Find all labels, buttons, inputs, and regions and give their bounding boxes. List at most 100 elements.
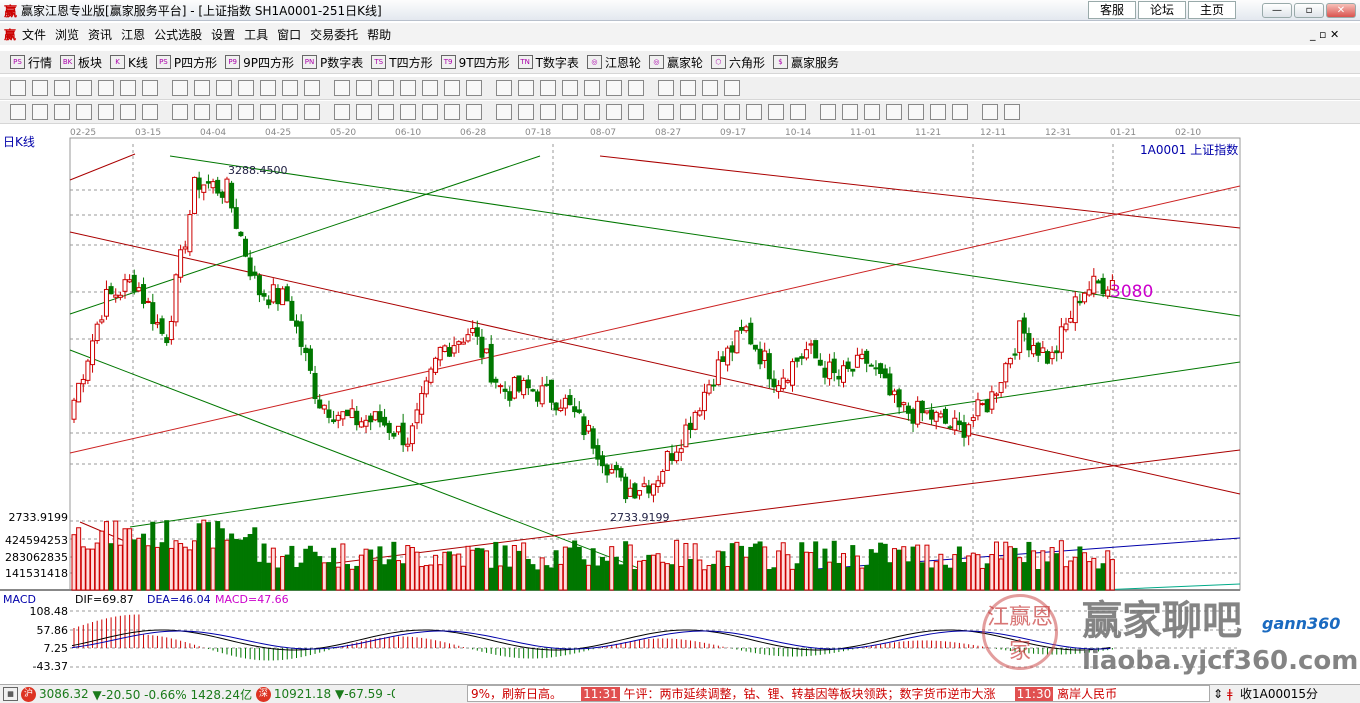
toolbar-button[interactable]: PS 行情 <box>10 54 52 71</box>
drawing-tool-icon[interactable] <box>98 104 114 120</box>
menu-settings[interactable]: 设置 <box>211 26 235 43</box>
drawing-tool-icon[interactable] <box>378 104 394 120</box>
toolbar-button[interactable]: BK 板块 <box>60 54 102 71</box>
drawing-tool-icon[interactable] <box>172 80 188 96</box>
drawing-tool-icon[interactable] <box>356 104 372 120</box>
drawing-tool-icon[interactable] <box>466 104 482 120</box>
toolbar-button[interactable]: K K线 <box>110 54 148 71</box>
drawing-tool-icon[interactable] <box>444 80 460 96</box>
maximize-button[interactable]: ▫ <box>1294 3 1324 18</box>
drawing-tool-icon[interactable] <box>606 80 622 96</box>
menu-browse[interactable]: 浏览 <box>55 26 79 43</box>
drawing-tool-icon[interactable] <box>820 104 836 120</box>
drawing-tool-icon[interactable] <box>400 104 416 120</box>
menu-tools[interactable]: 工具 <box>244 26 268 43</box>
drawing-tool-icon[interactable] <box>930 104 946 120</box>
drawing-tool-icon[interactable] <box>658 80 674 96</box>
drawing-tool-icon[interactable] <box>282 80 298 96</box>
drawing-tool-icon[interactable] <box>216 104 232 120</box>
drawing-tool-icon[interactable] <box>702 80 718 96</box>
menu-gann[interactable]: 江恩 <box>121 26 145 43</box>
drawing-tool-icon[interactable] <box>172 104 188 120</box>
drawing-tool-icon[interactable] <box>702 104 718 120</box>
drawing-tool-icon[interactable] <box>606 104 622 120</box>
drawing-tool-icon[interactable] <box>10 104 26 120</box>
drawing-tool-icon[interactable] <box>98 80 114 96</box>
toolbar-button[interactable]: PS P四方形 <box>155 54 217 71</box>
menu-formula[interactable]: 公式选股 <box>154 26 202 43</box>
toolbar-button[interactable]: P9 9P四方形 <box>225 54 294 71</box>
drawing-tool-icon[interactable] <box>628 80 644 96</box>
drawing-tool-icon[interactable] <box>790 104 806 120</box>
drawing-tool-icon[interactable] <box>304 104 320 120</box>
drawing-tool-icon[interactable] <box>518 104 534 120</box>
drawing-tool-icon[interactable] <box>496 80 512 96</box>
drawing-tool-icon[interactable] <box>142 80 158 96</box>
quote-icon[interactable]: ▦ <box>3 687 18 701</box>
minimize-button[interactable]: — <box>1262 3 1292 18</box>
drawing-tool-icon[interactable] <box>142 104 158 120</box>
drawing-tool-icon[interactable] <box>282 104 298 120</box>
menu-window[interactable]: 窗口 <box>277 26 301 43</box>
drawing-tool-icon[interactable] <box>466 80 482 96</box>
drawing-tool-icon[interactable] <box>260 104 276 120</box>
drawing-tool-icon[interactable] <box>54 104 70 120</box>
drawing-tool-icon[interactable] <box>496 104 512 120</box>
drawing-tool-icon[interactable] <box>864 104 880 120</box>
drawing-tool-icon[interactable] <box>32 80 48 96</box>
drawing-tool-icon[interactable] <box>540 80 556 96</box>
toolbar-button[interactable]: $ 赢家服务 <box>772 54 839 71</box>
drawing-tool-icon[interactable] <box>76 80 92 96</box>
drawing-tool-icon[interactable] <box>746 104 762 120</box>
toolbar-button[interactable]: ◎ 江恩轮 <box>586 54 641 71</box>
drawing-tool-icon[interactable] <box>10 80 26 96</box>
close-button[interactable]: ✕ <box>1326 3 1356 18</box>
toolbar-button[interactable]: T9 9T四方形 <box>440 54 510 71</box>
scroll-arrows[interactable]: ⇕ <box>1213 685 1223 703</box>
drawing-tool-icon[interactable] <box>194 80 210 96</box>
drawing-tool-icon[interactable] <box>724 104 740 120</box>
drawing-tool-icon[interactable] <box>842 104 858 120</box>
drawing-tool-icon[interactable] <box>400 80 416 96</box>
drawing-tool-icon[interactable] <box>422 104 438 120</box>
drawing-tool-icon[interactable] <box>334 104 350 120</box>
toolbar-button[interactable]: PN P数字表 <box>302 54 363 71</box>
drawing-tool-icon[interactable] <box>658 104 674 120</box>
drawing-tool-icon[interactable] <box>422 80 438 96</box>
mdi-controls[interactable]: _ ▫ ✕ <box>1310 28 1339 41</box>
drawing-tool-icon[interactable] <box>540 104 556 120</box>
toolbar-button[interactable]: TN T数字表 <box>517 54 579 71</box>
drawing-tool-icon[interactable] <box>378 80 394 96</box>
menu-help[interactable]: 帮助 <box>367 26 391 43</box>
link-forum[interactable]: 论坛 <box>1138 1 1186 19</box>
drawing-tool-icon[interactable] <box>562 80 578 96</box>
kline-chart[interactable]: 日K线 1A0001 上证指数 3288.4500 2733.9199 3080… <box>0 124 1360 682</box>
drawing-tool-icon[interactable] <box>768 104 784 120</box>
drawing-tool-icon[interactable] <box>238 80 254 96</box>
drawing-tool-icon[interactable] <box>120 104 136 120</box>
drawing-tool-icon[interactable] <box>304 80 320 96</box>
link-home[interactable]: 主页 <box>1188 1 1236 19</box>
drawing-tool-icon[interactable] <box>260 80 276 96</box>
drawing-tool-icon[interactable] <box>584 104 600 120</box>
drawing-tool-icon[interactable] <box>334 80 350 96</box>
drawing-tool-icon[interactable] <box>628 104 644 120</box>
news-ticker[interactable]: 9%，刷新日高。 11:31 午评：两市延续调整，钴、锂、转基因等板块领跌；数字… <box>467 685 1210 702</box>
menu-trade[interactable]: 交易委托 <box>310 26 358 43</box>
drawing-tool-icon[interactable] <box>238 104 254 120</box>
drawing-tool-icon[interactable] <box>356 80 372 96</box>
drawing-tool-icon[interactable] <box>680 80 696 96</box>
menu-info[interactable]: 资讯 <box>88 26 112 43</box>
drawing-tool-icon[interactable] <box>194 104 210 120</box>
drawing-tool-icon[interactable] <box>584 80 600 96</box>
drawing-tool-icon[interactable] <box>444 104 460 120</box>
drawing-tool-icon[interactable] <box>54 80 70 96</box>
menu-file[interactable]: 文件 <box>22 26 46 43</box>
drawing-tool-icon[interactable] <box>886 104 902 120</box>
drawing-tool-icon[interactable] <box>216 80 232 96</box>
toolbar-button[interactable]: ⬡ 六角形 <box>710 54 765 71</box>
drawing-tool-icon[interactable] <box>562 104 578 120</box>
drawing-tool-icon[interactable] <box>982 104 998 120</box>
drawing-tool-icon[interactable] <box>908 104 924 120</box>
drawing-tool-icon[interactable] <box>724 80 740 96</box>
